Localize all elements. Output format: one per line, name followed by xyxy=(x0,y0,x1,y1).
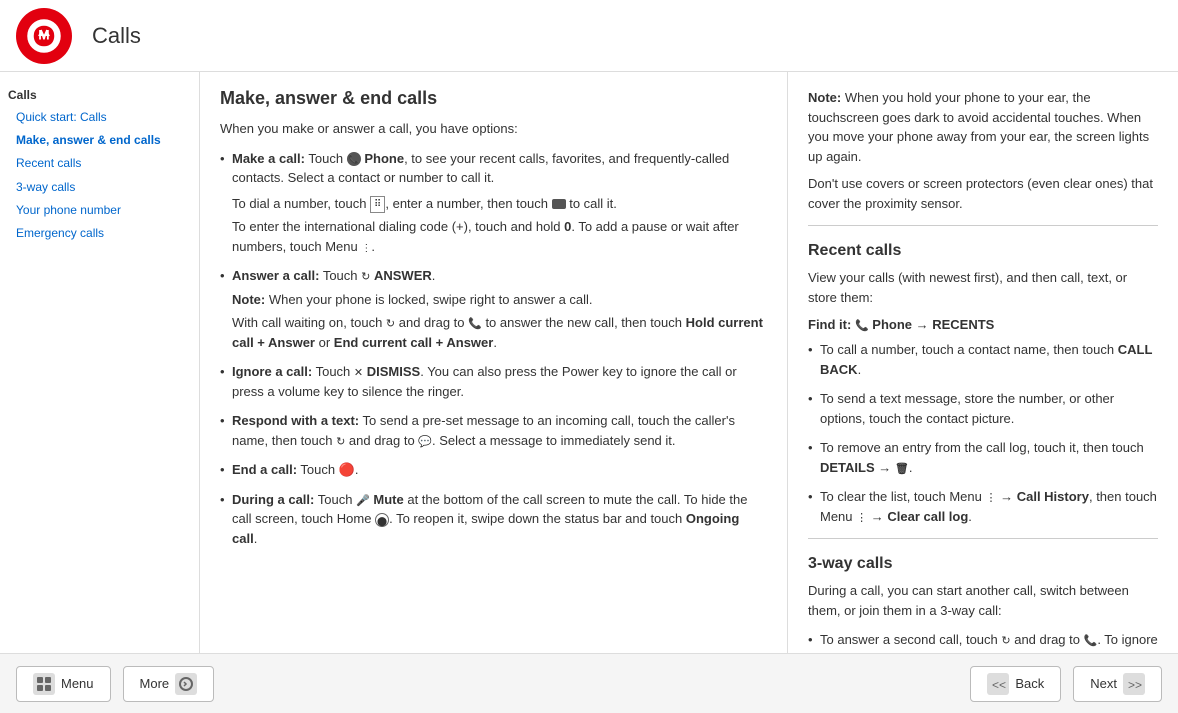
note-text: Note: When your phone is locked, swipe r… xyxy=(232,290,767,310)
note-heading: Note: xyxy=(808,90,841,105)
svg-text:<<: << xyxy=(992,678,1006,692)
menu-icon xyxy=(33,673,55,695)
list-item: Answer a call: Touch ↻ ANSWER. Note: Whe… xyxy=(220,266,767,352)
bullet-text: Touch 📞 Phone, to see your recent calls,… xyxy=(232,151,729,186)
sidebar-section-title: Calls xyxy=(8,88,191,102)
note-body: When you hold your phone to your ear, th… xyxy=(808,90,1149,164)
svg-text:M: M xyxy=(38,27,49,42)
sidebar-item-phone-number[interactable]: Your phone number xyxy=(8,199,191,222)
list-item: Make a call: Touch 📞 Phone, to see your … xyxy=(220,149,767,257)
more-icon xyxy=(175,673,197,695)
sidebar-item-recent-calls[interactable]: Recent calls xyxy=(8,152,191,175)
right-content: Note: When you hold your phone to your e… xyxy=(788,72,1178,653)
page-header: M Calls xyxy=(0,0,1178,72)
list-item: To remove an entry from the call log, to… xyxy=(808,438,1158,477)
content-area: Make, answer & end calls When you make o… xyxy=(200,72,1178,653)
bullet-label: During a call: xyxy=(232,492,314,507)
bullet-sub2: To enter the international dialing code … xyxy=(232,217,767,256)
list-item: Respond with a text: To send a pre-set m… xyxy=(220,411,767,450)
list-item: To clear the list, touch Menu ⋮ → Call H… xyxy=(808,487,1158,526)
bullet-label: Answer a call: xyxy=(232,268,319,283)
back-icon: << xyxy=(987,673,1009,695)
sidebar-item-quickstart[interactable]: Quick start: Calls xyxy=(8,106,191,129)
left-content: Make, answer & end calls When you make o… xyxy=(200,72,788,653)
more-button[interactable]: More xyxy=(123,666,215,702)
left-heading: Make, answer & end calls xyxy=(220,88,767,109)
bullet-text: Touch ↻ ANSWER. xyxy=(323,268,436,283)
bottom-bar: Menu More << Back Next >> xyxy=(0,653,1178,713)
page-title: Calls xyxy=(92,23,141,49)
section-divider xyxy=(808,225,1158,226)
list-item: Ignore a call: Touch ✕ DISMISS. You can … xyxy=(220,362,767,401)
left-intro: When you make or answer a call, you have… xyxy=(220,119,767,139)
next-label: Next xyxy=(1090,676,1117,691)
menu-button[interactable]: Menu xyxy=(16,666,111,702)
list-item: During a call: Touch 🎤 Mute at the botto… xyxy=(220,490,767,549)
find-it-text: Find it: 📞 Phone → RECENTS xyxy=(808,317,1158,332)
next-icon: >> xyxy=(1123,673,1145,695)
list-item: End a call: Touch 🔴. xyxy=(220,460,767,480)
bullet-text: Touch 🔴. xyxy=(300,462,358,477)
section-divider-2 xyxy=(808,538,1158,539)
back-label: Back xyxy=(1015,676,1044,691)
list-item: To answer a second call, touch ↻ and dra… xyxy=(808,630,1158,653)
bullet-sub: To dial a number, touch ⠿, enter a numbe… xyxy=(232,194,767,214)
recent-bullets-list: To call a number, touch a contact name, … xyxy=(808,340,1158,526)
back-button[interactable]: << Back xyxy=(970,666,1061,702)
more-label: More xyxy=(140,676,170,691)
main-content: Calls Quick start: Calls Make, answer & … xyxy=(0,72,1178,653)
menu-label: Menu xyxy=(61,676,94,691)
note-paragraph: Note: When you hold your phone to your e… xyxy=(808,88,1158,166)
bullet-sub3: With call waiting on, touch ↻ and drag t… xyxy=(232,313,767,352)
bullet-label: Make a call: xyxy=(232,151,305,166)
bullet-label: Respond with a text: xyxy=(232,413,359,428)
three-way-heading: 3-way calls xyxy=(808,555,1158,573)
sidebar-item-3way-calls[interactable]: 3-way calls xyxy=(8,176,191,199)
list-item: To call a number, touch a contact name, … xyxy=(808,340,1158,379)
note-paragraph-2: Don't use covers or screen protectors (e… xyxy=(808,174,1158,213)
bottom-right: << Back Next >> xyxy=(970,666,1162,702)
bullet-list: Make a call: Touch 📞 Phone, to see your … xyxy=(220,149,767,549)
three-way-intro: During a call, you can start another cal… xyxy=(808,581,1158,620)
recent-calls-heading: Recent calls xyxy=(808,242,1158,260)
list-item: To send a text message, store the number… xyxy=(808,389,1158,428)
motorola-logo: M xyxy=(16,8,72,64)
three-way-bullets-list: To answer a second call, touch ↻ and dra… xyxy=(808,630,1158,653)
sidebar-item-emergency-calls[interactable]: Emergency calls xyxy=(8,222,191,245)
sidebar: Calls Quick start: Calls Make, answer & … xyxy=(0,72,200,653)
next-button[interactable]: Next >> xyxy=(1073,666,1162,702)
recent-calls-intro: View your calls (with newest first), and… xyxy=(808,268,1158,307)
sidebar-item-make-answer[interactable]: Make, answer & end calls xyxy=(8,129,191,152)
bullet-label: End a call: xyxy=(232,462,297,477)
svg-text:>>: >> xyxy=(1128,678,1142,692)
bullet-label: Ignore a call: xyxy=(232,364,312,379)
bottom-left: Menu More xyxy=(16,666,214,702)
